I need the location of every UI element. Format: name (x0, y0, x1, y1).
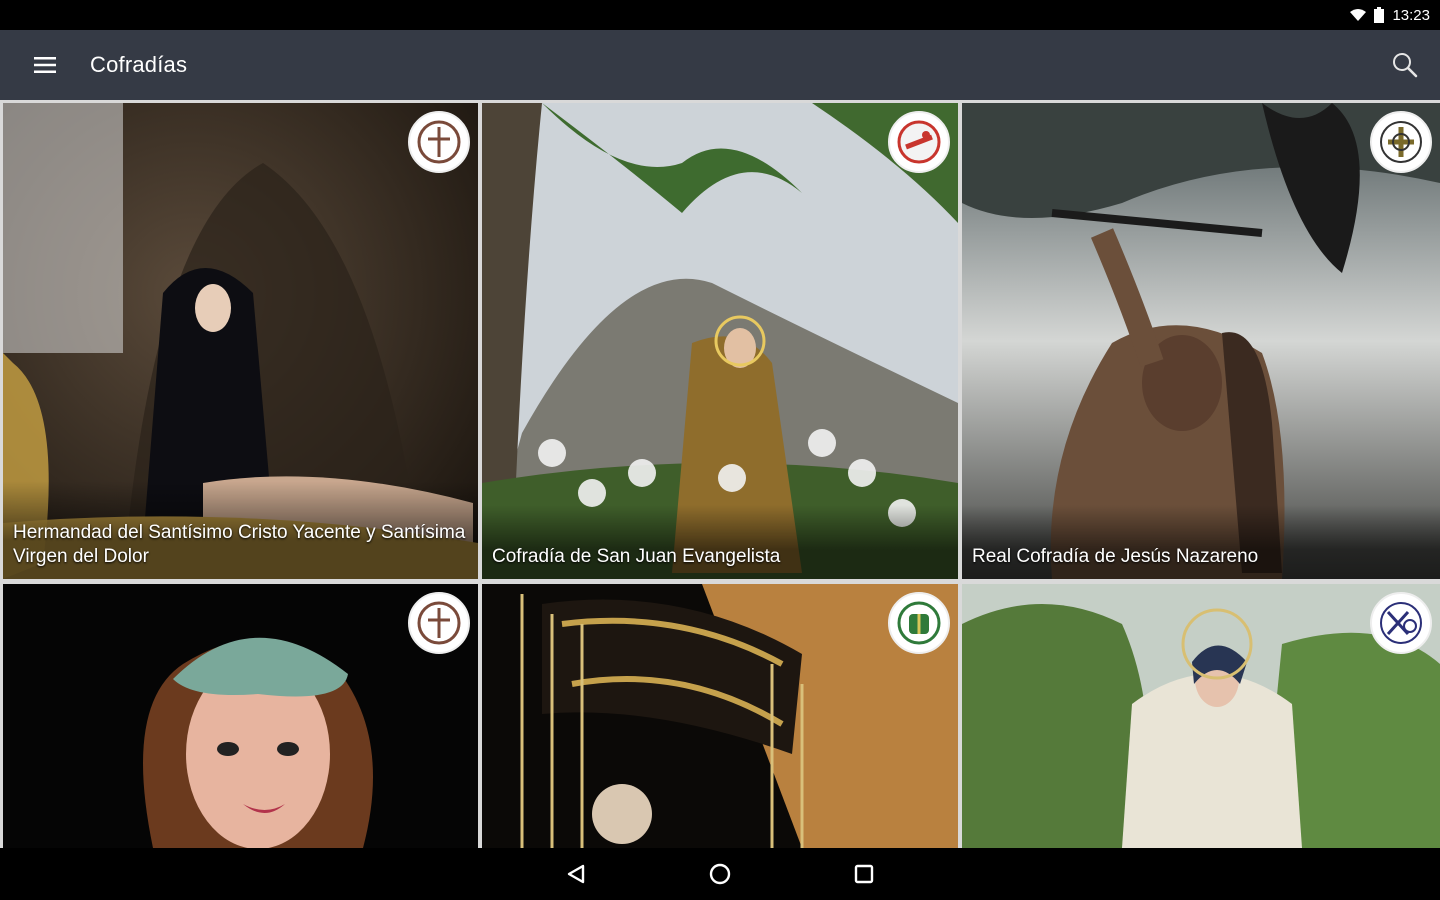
emblem-icon (417, 601, 461, 645)
emblem-icon (417, 120, 461, 164)
cofradia-photo (962, 584, 1440, 848)
cofradia-emblem (408, 111, 470, 173)
menu-icon (34, 57, 56, 73)
search-button[interactable] (1388, 48, 1422, 82)
cofradia-emblem (1370, 111, 1432, 173)
emblem-icon (897, 601, 941, 645)
cofradia-card[interactable] (962, 584, 1440, 848)
cofradia-emblem (1370, 592, 1432, 654)
battery-icon (1374, 7, 1385, 23)
recents-button[interactable] (847, 857, 881, 891)
emblem-icon (1380, 602, 1422, 644)
recents-icon (854, 864, 874, 884)
back-icon (567, 864, 585, 884)
cofradia-name: Cofradía de San Juan Evangelista (482, 505, 958, 579)
cofradia-card[interactable]: Real Cofradía de Jesús Nazareno (962, 103, 1440, 579)
cofradia-card[interactable]: Hermandad del Santísimo Cristo Yacente y… (3, 103, 478, 579)
cofradia-card[interactable] (3, 584, 478, 848)
status-time: 13:23 (1392, 6, 1430, 24)
search-icon (1393, 53, 1418, 78)
emblem-icon (897, 120, 941, 164)
cofradia-card[interactable]: Cofradía de San Juan Evangelista (482, 103, 958, 579)
emblem-icon (1380, 121, 1422, 163)
menu-button[interactable] (0, 30, 90, 100)
home-button[interactable] (703, 857, 737, 891)
cofradia-photo (482, 584, 958, 848)
cofradia-emblem (888, 111, 950, 173)
cofradia-card[interactable] (482, 584, 958, 848)
home-icon (709, 863, 731, 885)
cofradia-name: Real Cofradía de Jesús Nazareno (962, 505, 1440, 579)
cofradia-name: Hermandad del Santísimo Cristo Yacente y… (3, 481, 478, 579)
system-nav-bar (0, 848, 1440, 900)
cofradia-emblem (408, 592, 470, 654)
status-bar: 13:23 (0, 0, 1440, 30)
app-bar: Cofradías (0, 30, 1440, 100)
back-button[interactable] (559, 857, 593, 891)
cofradias-grid: Hermandad del Santísimo Cristo Yacente y… (0, 100, 1440, 848)
page-title: Cofradías (90, 52, 188, 77)
wifi-icon (1350, 9, 1367, 21)
cofradia-photo (3, 584, 478, 848)
cofradia-emblem (888, 592, 950, 654)
